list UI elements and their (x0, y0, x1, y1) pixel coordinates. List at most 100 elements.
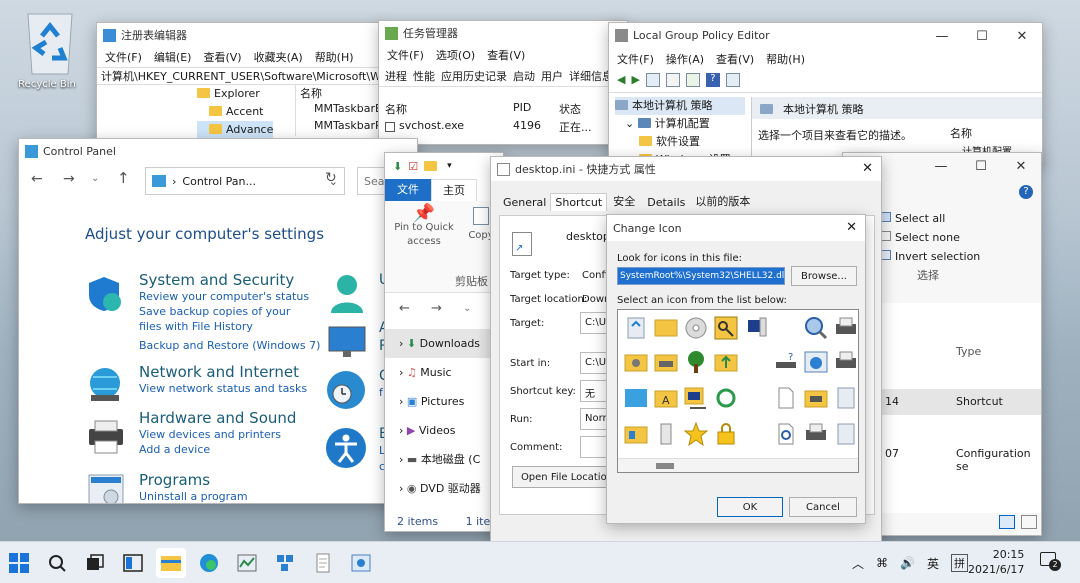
regedit-address-bar[interactable]: 计算机\HKEY_CURRENT_USER\Software\Microsoft… (97, 67, 385, 85)
column-header-name[interactable]: 名称 (300, 85, 385, 102)
tab-security[interactable]: 安全 (607, 191, 641, 211)
process-row[interactable]: svchost.exe 4196 正在... (385, 119, 625, 137)
col-pid[interactable]: PID (513, 101, 531, 114)
tab-details[interactable]: 详细信息 (569, 68, 613, 84)
tab-users[interactable]: 用户 (541, 68, 563, 84)
task-view-button[interactable] (80, 548, 110, 578)
cd-icon[interactable] (684, 316, 712, 344)
printer-icon[interactable] (834, 350, 858, 378)
col-type[interactable]: Type (956, 345, 981, 358)
category-link[interactable]: View devices and printers (139, 427, 296, 442)
desktop-icon[interactable] (624, 386, 652, 414)
nav-item-downloads[interactable]: › ⬇ Downloads (385, 329, 503, 358)
key-icon[interactable] (714, 316, 742, 344)
browse-button[interactable]: Browse... (791, 266, 857, 286)
close-icon[interactable]: ✕ (862, 161, 873, 176)
maximize-icon[interactable]: ☐ (962, 23, 1002, 49)
tab-startup[interactable]: 启动 (513, 68, 535, 84)
menu-options[interactable]: 选项(O) (436, 47, 475, 63)
menu-action[interactable]: 操作(A) (666, 51, 704, 67)
maximize-icon[interactable]: ☐ (961, 153, 1001, 179)
select-none-button[interactable]: Select none (881, 228, 980, 247)
input-language[interactable]: 英 (927, 555, 939, 572)
category-link[interactable]: Uninstall a program (139, 489, 248, 503)
tab-performance[interactable]: 性能 (413, 68, 435, 84)
nav-item-music[interactable]: › ♫ Music (385, 358, 503, 387)
icon-list[interactable]: ? A (617, 309, 859, 473)
close-icon[interactable]: ✕ (1002, 23, 1042, 49)
menu-file[interactable]: 文件(F) (105, 49, 142, 65)
tree-item[interactable]: 软件设置 (615, 133, 745, 151)
value-row[interactable]: MMTaskbarE (300, 102, 385, 119)
font-folder-icon[interactable]: A (654, 386, 682, 414)
gpedit-col-name[interactable]: 名称 (950, 125, 972, 141)
notification-button[interactable]: 2 (1040, 552, 1062, 574)
category-link[interactable]: Backup and Restore (Windows 7) (139, 338, 320, 353)
group-policy-editor-window[interactable]: Local Group Policy Editor — ☐ ✕ 文件(F) 操作(A… (608, 22, 1043, 164)
tab-app-history[interactable]: 应用历史记录 (441, 68, 507, 84)
control-panel-window[interactable]: Control Panel ← → ⌄ ↑ › Control Pan... ⌄… (18, 138, 418, 504)
nav-item-local-disk[interactable]: › ▬ 本地磁盘 (C (385, 445, 503, 474)
category-link[interactable]: Review your computer's status (139, 289, 320, 304)
category-link[interactable]: Add a device (139, 442, 296, 457)
menu-view[interactable]: 查看(V) (487, 47, 525, 63)
up-icon[interactable]: ↑ (117, 169, 130, 187)
invert-selection-button[interactable]: Invert selection (881, 247, 980, 266)
tree-icon[interactable] (684, 350, 712, 378)
recycle-bin-icon[interactable] (834, 422, 858, 450)
tab-processes[interactable]: 进程 (385, 68, 407, 84)
clock[interactable]: 20:15 2021/6/17 (968, 547, 1024, 577)
icon-file-path-input[interactable] (617, 267, 785, 285)
minimize-icon[interactable]: — (922, 23, 962, 49)
regedit-taskbar-button[interactable] (270, 548, 300, 578)
sync-icon[interactable] (714, 386, 742, 414)
icon-list-scrollbar[interactable] (618, 458, 858, 472)
menu-file[interactable]: 文件(F) (387, 47, 424, 63)
drive-folder-icon[interactable] (654, 350, 682, 378)
folder-settings-icon[interactable] (624, 350, 652, 378)
category-link[interactable]: View network status and tasks (139, 381, 307, 396)
category-title[interactable]: Programs (139, 471, 248, 489)
minimize-icon[interactable]: — (921, 153, 961, 179)
control-panel-taskbar-button[interactable] (346, 548, 376, 578)
change-icon-dialog[interactable]: Change Icon ✕ Look for icons in this fil… (606, 214, 866, 524)
cancel-button[interactable]: Cancel (789, 497, 857, 517)
menu-help[interactable]: 帮助(H) (766, 51, 805, 67)
pin-button[interactable]: 📌 Pin to Quick access (389, 205, 459, 249)
network-icon[interactable]: ⌘ (876, 556, 888, 570)
close-icon[interactable]: ✕ (846, 220, 857, 235)
drive-help-icon[interactable]: ? (774, 350, 802, 378)
file-explorer-taskbar-button[interactable] (156, 547, 186, 578)
menu-edit[interactable]: 编辑(E) (154, 49, 192, 65)
forward-icon[interactable]: → (431, 301, 442, 316)
category-title[interactable]: Hardware and Sound (139, 409, 296, 427)
value-row[interactable]: MMTaskbarR (300, 119, 385, 136)
tab-details[interactable]: Details (641, 194, 691, 211)
refresh-icon[interactable]: ↻ (325, 170, 337, 186)
recycle-bin-icon[interactable] (834, 386, 858, 414)
registry-editor-window[interactable]: 注册表编辑器 文件(F) 编辑(E) 查看(V) 收藏夹(A) 帮助(H) 计算… (96, 22, 386, 152)
start-button[interactable] (4, 548, 34, 578)
menu-help[interactable]: 帮助(H) (315, 49, 354, 65)
control-panel-folder-icon[interactable] (624, 422, 652, 450)
tab-shortcut[interactable]: Shortcut (550, 193, 608, 211)
col-name[interactable]: 名称 (385, 101, 407, 117)
tree-item[interactable]: ⌄ 计算机配置 (615, 115, 745, 133)
close-icon[interactable]: ✕ (1001, 153, 1041, 179)
export-icon[interactable] (685, 73, 700, 87)
tree-item-selected[interactable]: Advance (197, 121, 274, 139)
widgets-button[interactable] (118, 548, 148, 578)
folder-upload-icon[interactable] (714, 350, 742, 378)
explorer-window[interactable]: ⬇ ☑ ▾ 文件 主页 📌 Pin to Quick access Copy 剪… (384, 152, 504, 532)
category-title[interactable]: Network and Internet (139, 363, 307, 381)
search-document-icon[interactable] (774, 422, 802, 450)
printer-folder-icon[interactable] (804, 386, 832, 414)
recycle-bin-icon[interactable] (624, 316, 652, 344)
quick-access-chevron-icon[interactable]: ▾ (447, 161, 452, 171)
back-icon[interactable]: ◀ (617, 73, 625, 88)
forward-icon[interactable]: → (63, 171, 75, 187)
properties-icon[interactable] (725, 73, 740, 87)
volume-icon[interactable]: 🔊 (900, 556, 915, 570)
recent-chevron-icon[interactable]: ⌄ (463, 303, 471, 314)
folder-grid-icon[interactable] (654, 316, 682, 344)
